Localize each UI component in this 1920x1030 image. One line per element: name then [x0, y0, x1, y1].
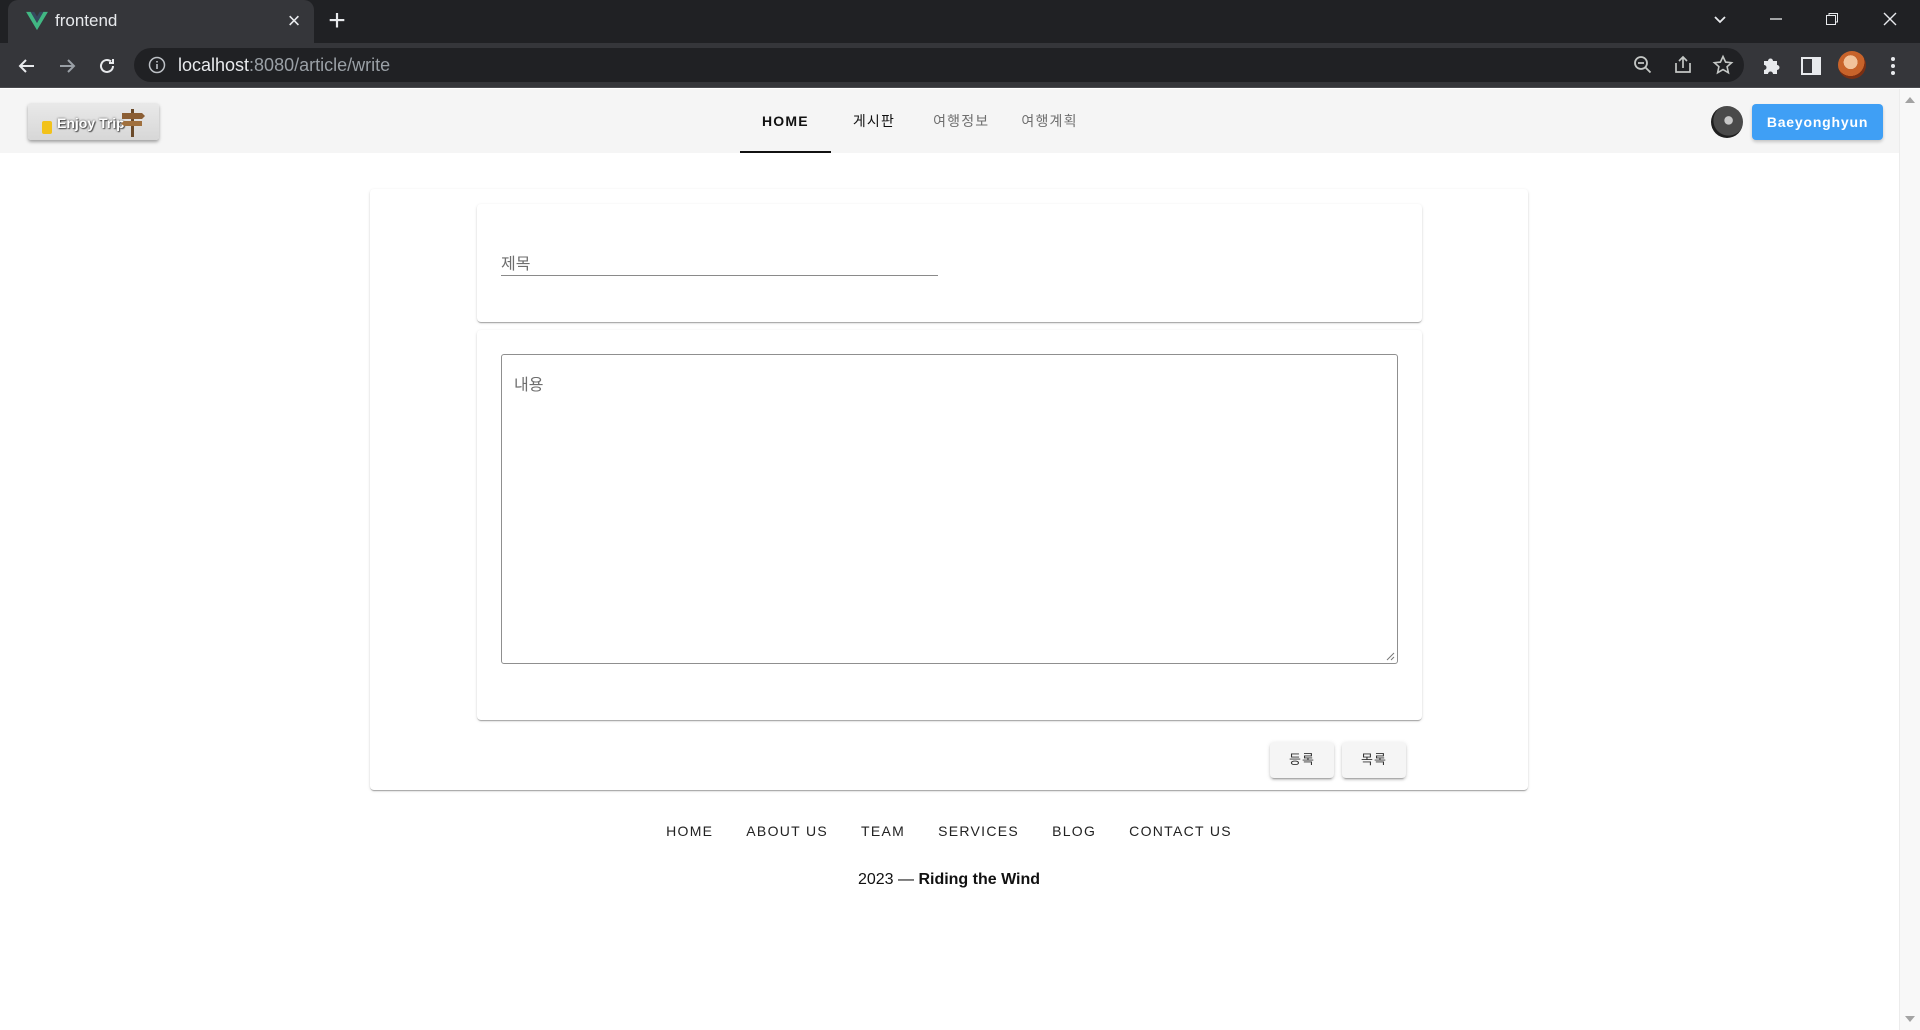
footer-links: HOME ABOUT US TEAM SERVICES BLOG CONTACT…	[664, 819, 1234, 843]
app-header: Enjoy Trip HOME 게시판 여행정보 여행계획 Baeyonghyu…	[0, 89, 1899, 153]
write-article-card: 제목 내용 등록 목록	[370, 189, 1528, 790]
footer-link-team[interactable]: TEAM	[861, 819, 905, 843]
browser-toolbar: localhost:8080/article/write	[0, 43, 1920, 88]
luggage-icon	[42, 121, 52, 134]
copyright-owner: Riding the Wind	[918, 871, 1041, 888]
info-icon[interactable]	[148, 56, 166, 74]
reload-icon[interactable]	[90, 49, 124, 83]
footer-link-contact[interactable]: CONTACT US	[1129, 819, 1232, 843]
side-panel-icon[interactable]	[1798, 53, 1824, 79]
profile-avatar-icon[interactable]	[1838, 51, 1866, 79]
title-input[interactable]: 제목	[501, 244, 938, 276]
tab-title: frontend	[55, 11, 118, 30]
browser-tab-bar: frontend × +	[0, 0, 1920, 43]
footer-link-blog[interactable]: BLOG	[1052, 819, 1096, 843]
content-card: 내용	[477, 330, 1422, 720]
bookmark-star-icon[interactable]	[1712, 54, 1734, 76]
user-profile-button[interactable]: Baeyonghyun	[1752, 104, 1883, 140]
close-window-icon[interactable]	[1862, 0, 1918, 38]
scroll-down-arrow-icon[interactable]	[1905, 1016, 1915, 1022]
tab-search-icon[interactable]	[1692, 0, 1748, 38]
address-bar[interactable]: localhost:8080/article/write	[134, 48, 1744, 82]
extensions-puzzle-icon[interactable]	[1758, 53, 1784, 79]
vue-logo-icon	[26, 11, 48, 31]
minimize-icon[interactable]	[1748, 0, 1804, 38]
content-placeholder: 내용	[514, 377, 544, 394]
footer-link-home[interactable]: HOME	[666, 819, 713, 843]
back-arrow-icon[interactable]	[10, 49, 44, 83]
nav-travel-plan[interactable]: 여행계획	[1005, 89, 1093, 153]
content-textarea[interactable]: 내용	[501, 354, 1398, 664]
signpost-icon	[121, 109, 145, 137]
restore-icon[interactable]	[1804, 0, 1860, 38]
title-placeholder: 제목	[501, 256, 531, 273]
nav-home[interactable]: HOME	[740, 89, 831, 153]
kebab-menu-icon[interactable]	[1880, 53, 1906, 79]
main-nav: HOME 게시판 여행정보 여행계획	[740, 89, 1094, 153]
copyright: 2023 — Riding the Wind	[664, 871, 1234, 889]
logo-text: Enjoy Trip	[57, 115, 125, 131]
logo[interactable]: Enjoy Trip	[28, 103, 159, 140]
browser-tab[interactable]: frontend ×	[8, 0, 314, 43]
footer-link-about[interactable]: ABOUT US	[746, 819, 828, 843]
nav-board[interactable]: 게시판	[831, 89, 917, 153]
nav-travel-info[interactable]: 여행정보	[917, 89, 1005, 153]
register-button[interactable]: 등록	[1270, 742, 1334, 778]
share-icon[interactable]	[1672, 54, 1694, 76]
footer-link-services[interactable]: SERVICES	[938, 819, 1019, 843]
new-tab-icon[interactable]: +	[322, 6, 352, 37]
url-text: localhost:8080/article/write	[178, 55, 391, 75]
list-button[interactable]: 목록	[1342, 742, 1406, 778]
forward-arrow-icon[interactable]	[50, 49, 84, 83]
zoom-icon[interactable]	[1632, 54, 1654, 76]
close-tab-icon[interactable]: ×	[282, 9, 306, 33]
resize-handle-icon[interactable]	[1385, 651, 1395, 661]
page-viewport: Enjoy Trip HOME 게시판 여행정보 여행계획 Baeyonghyu…	[0, 89, 1920, 1030]
scroll-up-arrow-icon[interactable]	[1905, 97, 1915, 103]
copyright-year: 2023 —	[857, 871, 914, 888]
avatar[interactable]	[1711, 106, 1743, 138]
title-card: 제목	[477, 204, 1422, 322]
vertical-scrollbar[interactable]	[1899, 89, 1920, 1030]
